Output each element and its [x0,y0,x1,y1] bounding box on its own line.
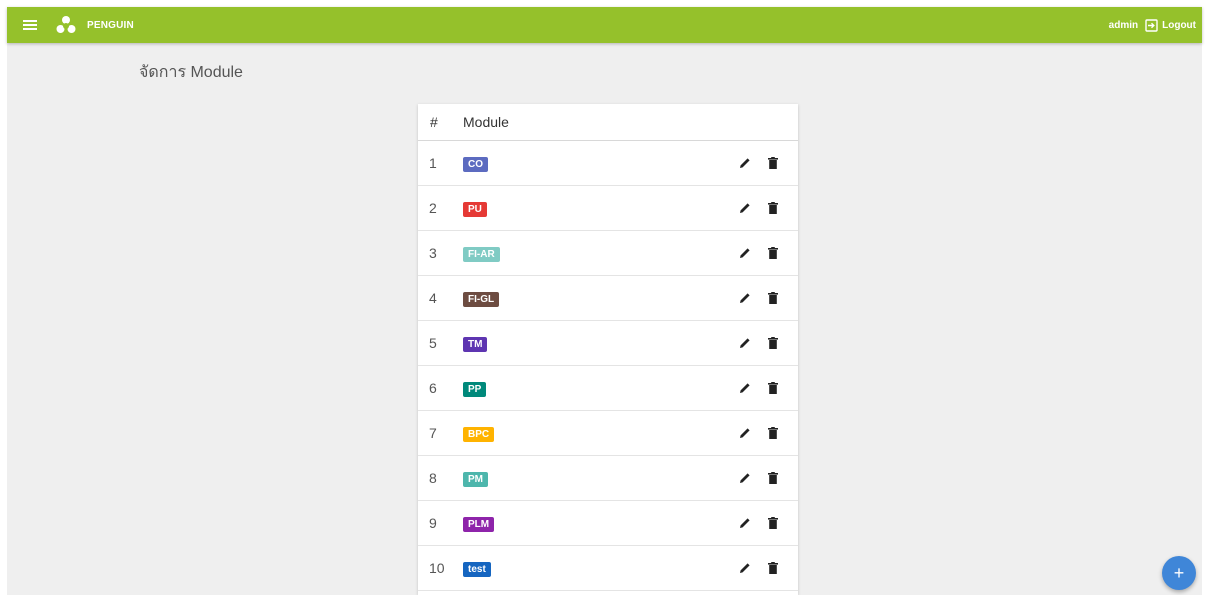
delete-icon[interactable] [764,469,782,487]
edit-icon[interactable] [736,244,754,262]
row-number: 10 [429,560,445,576]
edit-icon[interactable] [736,559,754,577]
table-row: 10 test [418,546,798,591]
edit-icon[interactable] [736,334,754,352]
module-table-card: # Module 1 CO 2 PU 3 FI-AR 4 FI-GL 5 TM 6 PP 7 BPC 8 PM… [418,104,798,595]
window-frame-top [0,0,1205,7]
module-badge: FI-AR [463,247,500,262]
table-row: 5 TM [418,321,798,366]
module-cell: PM [463,469,736,487]
delete-icon[interactable] [764,244,782,262]
edit-icon[interactable] [736,424,754,442]
edit-icon[interactable] [736,289,754,307]
table-row: 4 FI-GL [418,276,798,321]
delete-icon[interactable] [764,424,782,442]
row-number: 2 [429,200,437,216]
edit-icon[interactable] [736,199,754,217]
username-label: admin [1108,19,1139,31]
edit-icon[interactable] [736,379,754,397]
edit-icon[interactable] [736,469,754,487]
edit-icon[interactable] [736,154,754,172]
row-number: 9 [429,515,437,531]
edit-icon[interactable] [736,514,754,532]
row-number: 4 [429,290,437,306]
menu-icon[interactable] [19,14,41,36]
module-badge: test [463,562,491,577]
row-number: 6 [429,380,437,396]
module-badge: TM [463,337,488,352]
window-frame-left [0,0,7,595]
table-row: 9 PLM [418,501,798,546]
penguin-logo-icon[interactable] [55,14,77,36]
row-number: 8 [429,470,437,486]
module-cell: TM [463,334,736,352]
delete-icon[interactable] [764,154,782,172]
row-number: 5 [429,335,437,351]
module-badge: CO [463,157,488,172]
row-number: 7 [429,425,437,441]
delete-icon[interactable] [764,379,782,397]
column-header-number: # [430,114,438,130]
table-row: 8 PM [418,456,798,501]
delete-icon[interactable] [764,334,782,352]
delete-icon[interactable] [764,559,782,577]
row-number: 1 [429,155,437,171]
module-badge: PU [463,202,487,217]
row-number: 3 [429,245,437,261]
brand-name[interactable]: PENGUIN [87,20,134,31]
delete-icon[interactable] [764,289,782,307]
table-row: 7 BPC [418,411,798,456]
table-body: 1 CO 2 PU 3 FI-AR 4 FI-GL 5 TM 6 PP 7 BPC 8 PM 9 PLM 10 tes… [418,141,798,591]
table-row: 3 FI-AR [418,231,798,276]
module-cell: PP [463,379,736,397]
module-cell: FI-GL [463,289,736,307]
table-row: 2 PU [418,186,798,231]
logout-icon[interactable] [1144,18,1158,32]
module-badge: PP [463,382,487,397]
delete-icon[interactable] [764,514,782,532]
module-cell: PU [463,199,736,217]
page-title: จัดการ Module [139,64,243,81]
module-cell: FI-AR [463,244,736,262]
module-cell: test [463,559,736,577]
logout-button[interactable]: Logout [1162,20,1196,31]
module-cell: BPC [463,424,736,442]
module-cell: CO [463,154,736,172]
module-badge: FI-GL [463,292,500,307]
top-app-bar: PENGUIN admin Logout [7,7,1202,43]
table-header: # Module [418,104,798,141]
add-module-button[interactable]: + [1162,556,1196,590]
add-icon: + [1173,562,1185,583]
delete-icon[interactable] [764,199,782,217]
module-badge: BPC [463,427,495,442]
module-cell: PLM [463,514,736,532]
table-row: 6 PP [418,366,798,411]
column-header-module: Module [463,114,509,130]
module-badge: PLM [463,517,495,532]
module-badge: PM [463,472,488,487]
table-row: 1 CO [418,141,798,186]
